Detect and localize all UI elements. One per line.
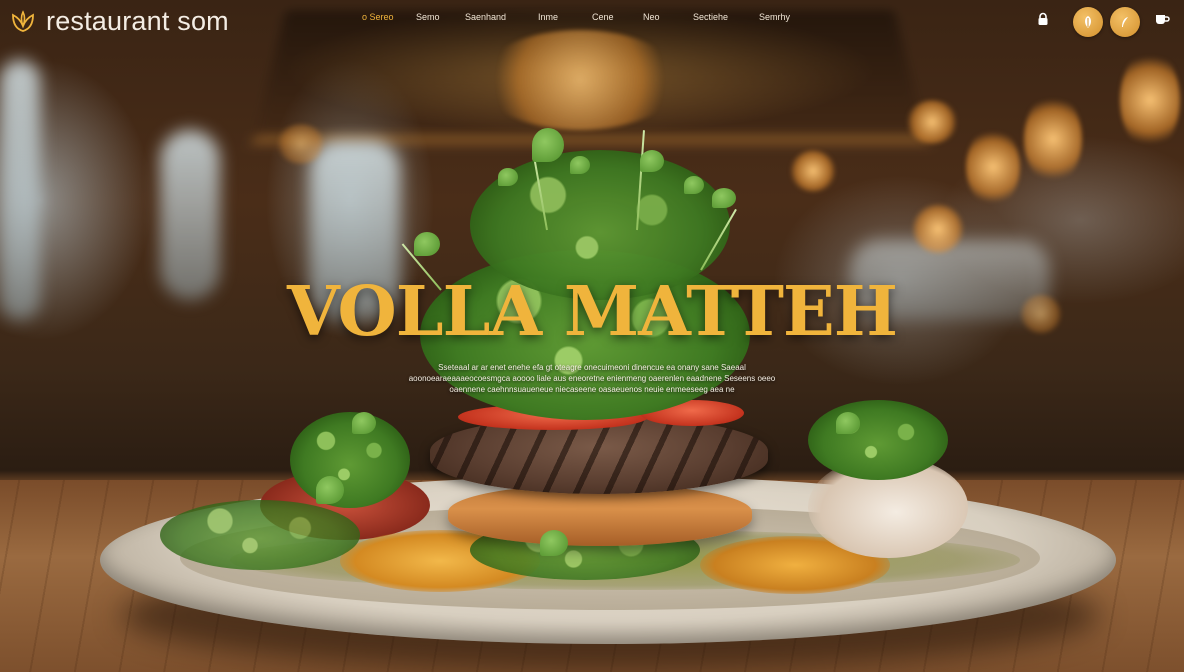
microgreen-garnish [290,412,410,508]
nav-item-inme[interactable]: Inme [538,12,558,22]
sprout-leaf [414,232,440,256]
bokeh-light [966,128,1020,206]
sprout-leaf [684,176,704,194]
sprout-leaf [316,476,344,504]
hero-description: Sseteaal ar ar enet enehe efa gt oteagre… [408,363,776,394]
nav-item-neo[interactable]: Neo [643,12,660,22]
cup-icon[interactable] [1154,12,1170,26]
leaf-icon [1085,16,1091,28]
nav-item-saenhand[interactable]: Saenhand [465,12,506,22]
sprout-leaf [570,156,590,174]
brand-name: restaurant som [46,6,229,36]
chandelier-glow [480,30,680,130]
lotus-logo-icon [12,9,34,32]
lock-icon[interactable] [1036,12,1050,26]
feather-icon [1122,17,1128,27]
sprout-leaf [836,412,860,434]
feather-button[interactable] [1110,7,1140,37]
bokeh-light [790,150,836,192]
sprout-leaf [640,150,664,172]
sprout-leaf [712,188,736,208]
nav-item-semo[interactable]: Semo [416,12,440,22]
sprout-leaf [498,168,518,186]
bokeh-light [276,124,326,164]
nav-item-sectiehe[interactable]: Sectiehe [693,12,728,22]
sprout-leaf [352,412,376,434]
microgreen-garnish [808,400,948,480]
bokeh-light [912,204,964,254]
hero-title: VOLLA MATTEH [286,272,898,352]
nav-item-cene[interactable]: Cene [592,12,614,22]
sprout-leaf [540,530,568,556]
sprout-leaf [532,128,564,162]
bokeh-light [1120,50,1180,150]
microgreen-garnish [160,500,360,570]
nav-item-semrhy[interactable]: Semrhy [759,12,790,22]
bokeh-light [906,100,958,144]
leaf-button[interactable] [1073,7,1103,37]
site-header: restaurant som o Sereo Semo Saenhand Inm… [0,0,1184,40]
nav-item-sereo[interactable]: o Sereo [362,12,394,22]
bokeh-light [1024,94,1082,184]
brand-logo[interactable]: restaurant som [10,6,229,37]
